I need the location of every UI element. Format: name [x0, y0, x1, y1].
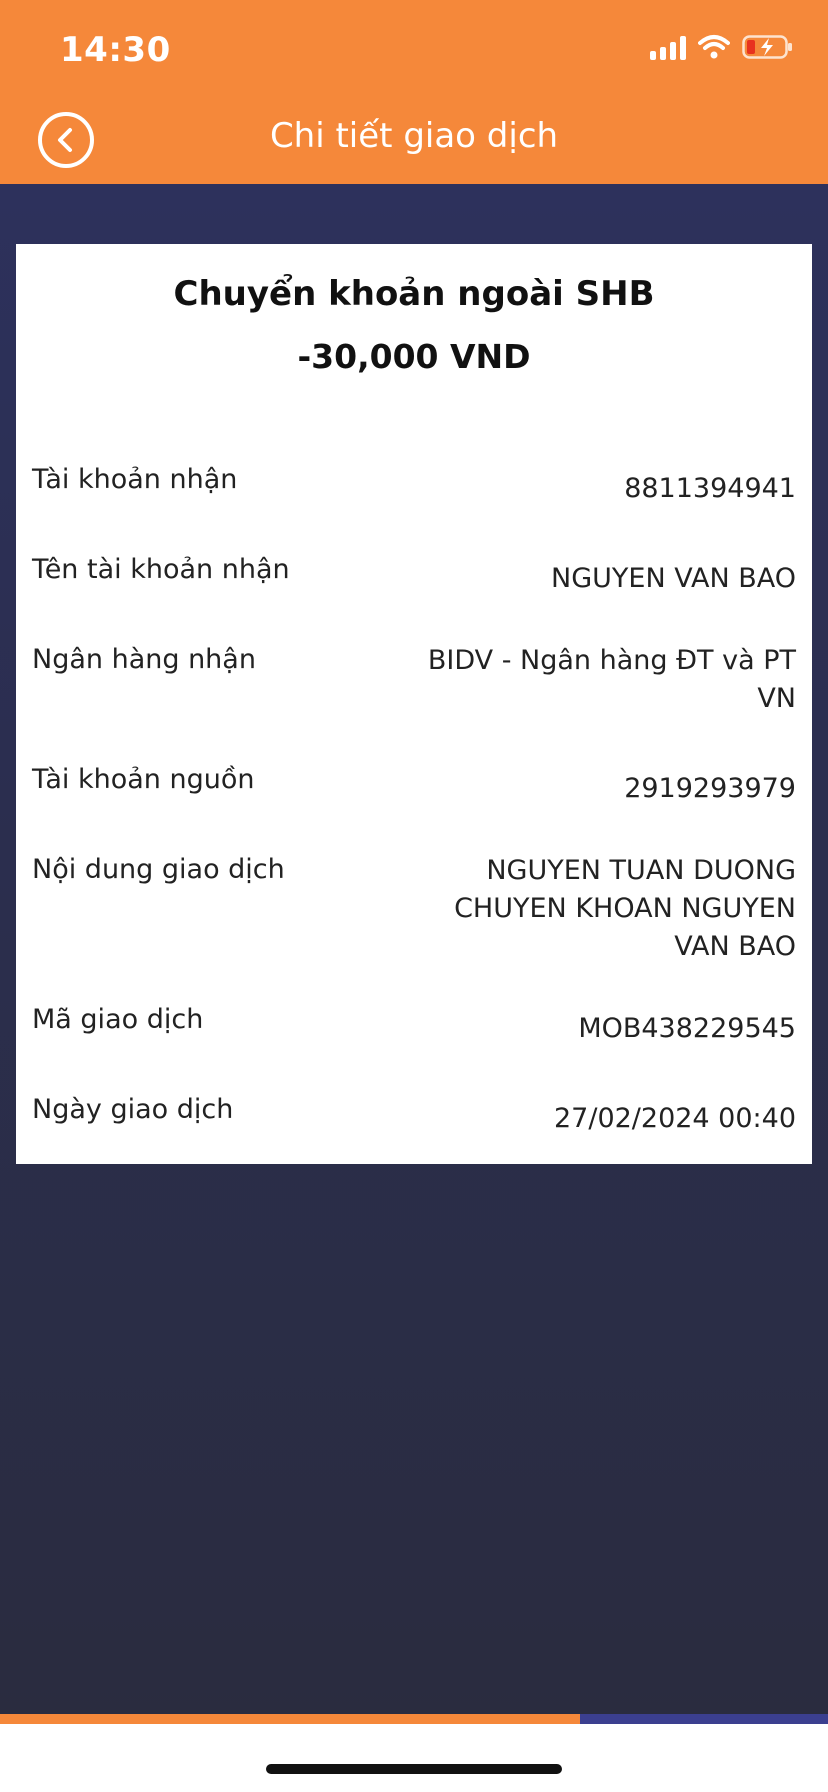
transaction-detail-card: Chuyển khoản ngoài SHB -30,000 VND Tài k… [16, 244, 812, 1164]
detail-value: 2919293979 [624, 773, 796, 804]
cellular-signal-icon [650, 34, 686, 60]
detail-label: Tài khoản nguồn [32, 764, 255, 795]
detail-label: Nội dung giao dịch [32, 854, 285, 885]
app-header: 14:30 Chi tiết giao dịch [0, 0, 828, 184]
detail-value: NGUYEN TUAN DUONG CHUYEN KHOAN NGUYEN VA… [454, 855, 796, 962]
wifi-icon [698, 35, 730, 59]
detail-value: 8811394941 [624, 473, 796, 504]
status-icons [650, 34, 794, 60]
page-title: Chi tiết giao dịch [269, 116, 559, 156]
status-time: 14:30 [60, 30, 171, 70]
detail-label: Tên tài khoản nhận [32, 554, 290, 585]
bottom-accent-strip-navy [580, 1714, 828, 1724]
transaction-amount: -30,000 VND [297, 337, 531, 376]
battery-low-charging-icon [742, 35, 792, 59]
detail-value: BIDV - Ngân hàng ĐT và PT VN [427, 645, 796, 714]
detail-label: Tài khoản nhận [32, 464, 238, 495]
detail-value: NGUYEN VAN BAO [551, 563, 796, 594]
detail-value: MOB438229545 [578, 1013, 796, 1044]
detail-value: 27/02/2024 00:40 [553, 1103, 796, 1134]
detail-label: Ngân hàng nhận [32, 644, 256, 675]
detail-label: Mã giao dịch [32, 1004, 204, 1035]
detail-label: Ngày giao dịch [32, 1094, 234, 1125]
bottom-accent-strip-orange [0, 1714, 580, 1724]
bottom-safe-area [0, 1724, 828, 1792]
home-indicator[interactable] [266, 1764, 562, 1774]
transaction-type-title: Chuyển khoản ngoài SHB [173, 274, 655, 314]
